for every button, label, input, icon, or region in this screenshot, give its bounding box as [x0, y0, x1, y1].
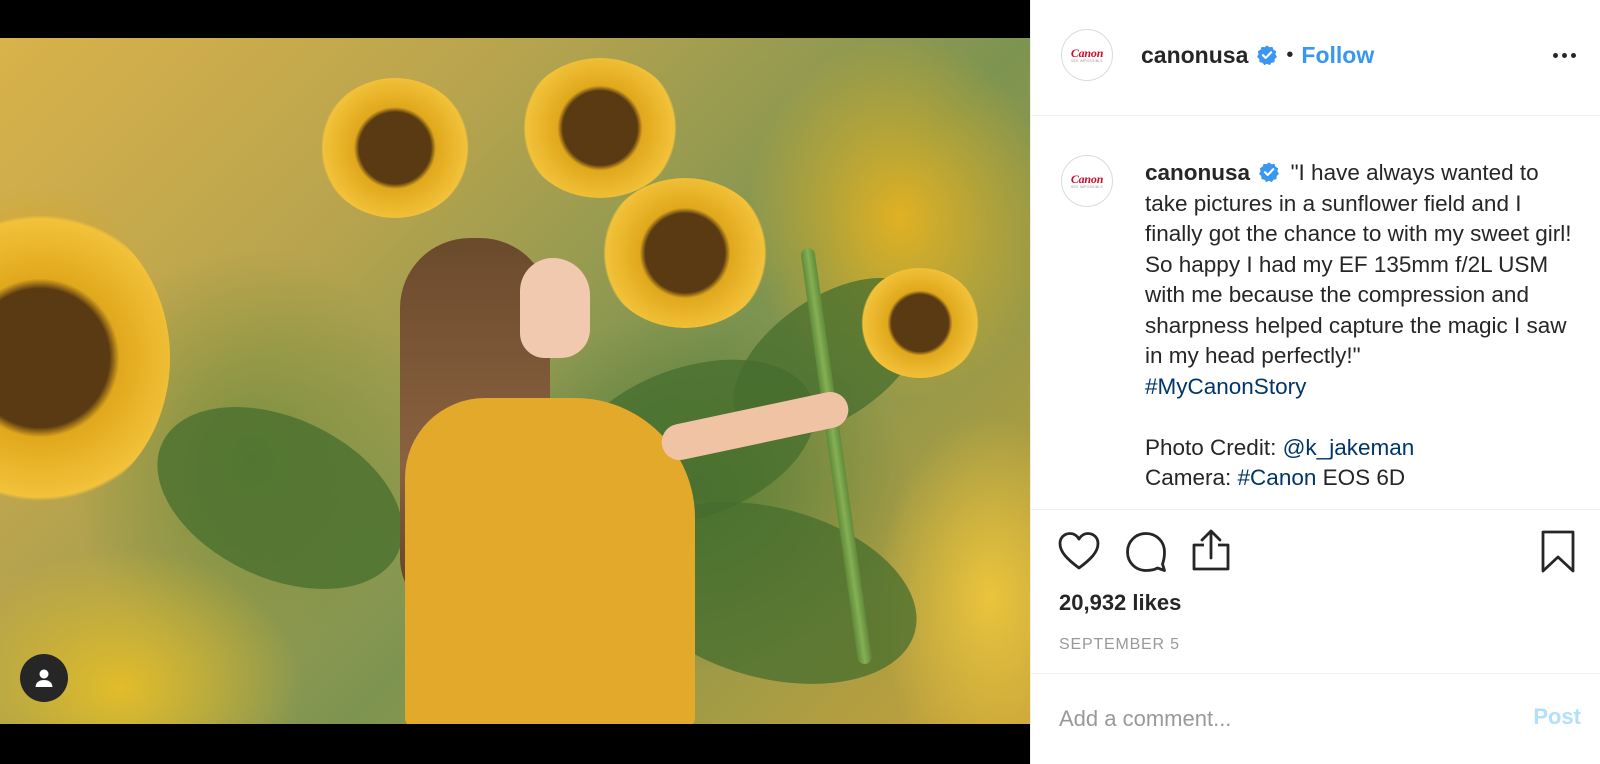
comment-input[interactable] [1059, 702, 1489, 736]
like-button[interactable] [1057, 530, 1101, 572]
camera-model: EOS 6D [1322, 465, 1406, 490]
photo-credit-label: Photo Credit: [1145, 434, 1277, 460]
header-account-line: canonusa • Follow [1141, 38, 1374, 72]
share-button[interactable] [1191, 528, 1231, 572]
canon-logo-tagline: SEE IMPOSSIBLE [1071, 58, 1103, 63]
post-date[interactable]: SEPTEMBER 5 [1059, 636, 1180, 654]
more-dot [1552, 52, 1558, 58]
user-tag-button[interactable] [20, 654, 68, 702]
post-header: Canon SEE IMPOSSIBLE canonusa • Follow [1031, 0, 1600, 116]
caption-body: "I have always wanted to take pictures i… [1145, 160, 1572, 368]
user-tag-icon [35, 669, 53, 687]
canon-logo: Canon [1070, 45, 1104, 60]
comment-bubble-icon [1126, 532, 1166, 572]
post-caption: Canon SEE IMPOSSIBLE canonusa "I have al… [1031, 116, 1600, 510]
verified-badge-icon [1257, 45, 1278, 66]
post-comment-button[interactable]: Post [1533, 704, 1581, 730]
photo-leaf [128, 370, 432, 626]
more-options-icon[interactable] [1547, 40, 1581, 70]
share-icon [1192, 529, 1230, 571]
heart-icon [1058, 532, 1100, 570]
photo-credit-mention-link[interactable]: @k_jakeman [1283, 435, 1415, 460]
more-dot [1561, 52, 1567, 58]
camera-label: Camera: [1145, 465, 1232, 490]
comment-form: Post [1031, 674, 1600, 764]
photo-sunflower-main [600, 178, 770, 328]
avatar[interactable]: Canon SEE IMPOSSIBLE [1061, 29, 1113, 81]
post-photo[interactable] [0, 38, 1030, 724]
canon-logo: Canon [1070, 171, 1104, 186]
header-username[interactable]: canonusa [1141, 42, 1248, 69]
bookmark-icon [1541, 530, 1575, 573]
photo-sunflower [860, 268, 980, 378]
follow-button[interactable]: Follow [1301, 42, 1374, 69]
canon-logo-tagline: SEE IMPOSSIBLE [1071, 184, 1103, 189]
camera-hashtag-link[interactable]: #Canon [1238, 465, 1317, 490]
photo-sunflower [0, 208, 170, 508]
comment-button[interactable] [1125, 531, 1167, 573]
photo-girl-dress [405, 398, 695, 724]
photo-sunflower [320, 78, 470, 218]
photo-sunflower [520, 58, 680, 198]
verified-badge-icon [1259, 162, 1280, 183]
header-separator: • [1286, 43, 1294, 66]
caption-text: canonusa "I have always wanted to take p… [1145, 158, 1575, 494]
post-media [0, 0, 1030, 764]
post-actions: 20,932 likes SEPTEMBER 5 [1031, 510, 1600, 674]
caption-avatar[interactable]: Canon SEE IMPOSSIBLE [1061, 155, 1113, 207]
caption-username[interactable]: canonusa [1145, 160, 1250, 185]
more-dot [1570, 52, 1576, 58]
likes-count[interactable]: 20,932 likes [1059, 590, 1181, 616]
post-side-panel: Canon SEE IMPOSSIBLE canonusa • Follow C… [1030, 0, 1600, 764]
save-button[interactable] [1541, 530, 1575, 574]
photo-girl-face [520, 258, 590, 358]
caption-hashtag-link[interactable]: #MyCanonStory [1145, 374, 1306, 399]
